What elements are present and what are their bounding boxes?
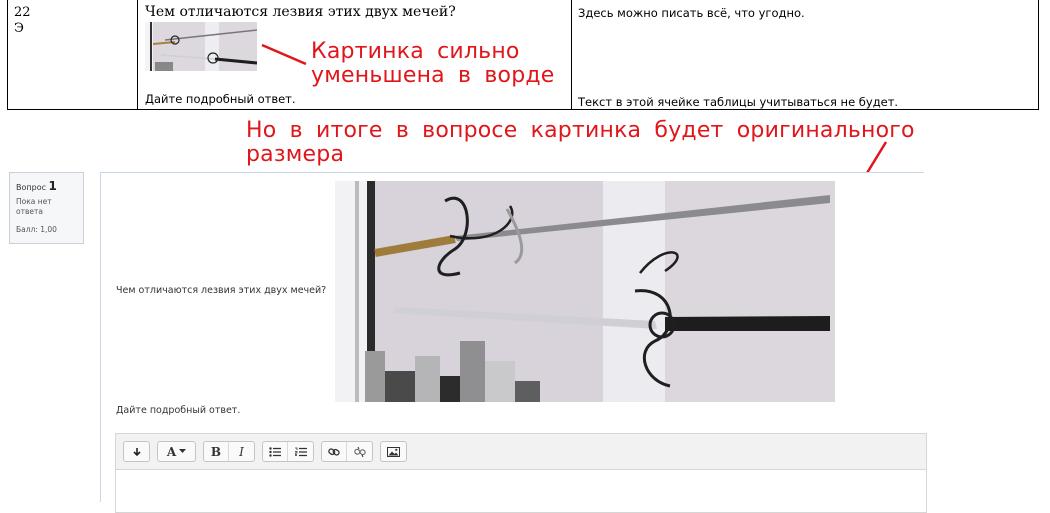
question-grade: Балл: 1,00 — [16, 225, 57, 234]
table-cell-notes: Здесь можно писать всё, что угодно. Текс… — [572, 0, 1038, 109]
question-title: Вопрос 1 — [16, 179, 77, 193]
unordered-list-icon — [269, 446, 281, 457]
toolbar-group-media — [380, 441, 407, 462]
annotation-small-image-line2: уменьшена в ворде — [311, 63, 555, 88]
note-free-text: Здесь можно писать всё, что угодно. — [578, 6, 805, 20]
italic-icon: I — [239, 444, 244, 459]
answer-editor[interactable]: A B I — [115, 433, 927, 513]
question-number-badge: 1 — [48, 179, 57, 193]
word-answer-prompt: Дайте подробный ответ. — [145, 92, 296, 106]
toolbar-group-lists — [262, 441, 314, 462]
note-ignored-text: Текст в этой ячейке таблицы учитываться … — [578, 95, 899, 109]
annotation-small-image-line1: Картинка сильно — [311, 39, 520, 64]
collapse-icon — [132, 447, 141, 456]
collapse-button[interactable] — [124, 442, 149, 461]
toolbar-group-font: A — [157, 441, 196, 462]
unlink-button[interactable] — [347, 442, 372, 461]
table-cell-number: 22 Э — [8, 0, 138, 109]
editor-toolbar: A B I — [116, 434, 926, 470]
question-info-panel: Вопрос 1 Пока нет ответа Балл: 1,00 — [9, 172, 84, 244]
sword-photo-image — [335, 181, 835, 402]
toolbar-group-links — [321, 441, 373, 462]
image-icon — [387, 446, 400, 457]
question-label: Вопрос — [16, 183, 46, 192]
question-answer-prompt: Дайте подробный ответ. — [116, 405, 241, 416]
word-question-text: Чем отличаются лезвия этих двух мечей? — [145, 4, 456, 20]
link-button[interactable] — [322, 442, 347, 461]
bold-icon: B — [210, 444, 222, 459]
annotation-small-image: Картинка сильно уменьшена в ворде — [311, 40, 555, 88]
font-style-button[interactable]: A — [158, 442, 195, 461]
ordered-list-icon — [294, 447, 307, 456]
toolbar-group-format: B I — [203, 441, 255, 462]
bold-button[interactable]: B — [204, 442, 229, 461]
ordered-list-button[interactable] — [288, 442, 313, 461]
question-number-value: 22 — [14, 5, 31, 20]
question-number: 22 Э — [14, 5, 31, 37]
question-type-letter: Э — [14, 21, 24, 36]
annotation-original-size-line2: размера — [246, 142, 345, 167]
font-style-icon: A — [166, 444, 177, 459]
image-button[interactable] — [381, 442, 406, 461]
toolbar-group-collapse — [123, 441, 150, 462]
unlink-icon — [353, 446, 366, 457]
sword-thumbnail-image — [145, 22, 257, 71]
annotation-original-size: Но в итоге в вопросе картинка будет ориг… — [246, 119, 915, 167]
unordered-list-button[interactable] — [263, 442, 288, 461]
question-content: Чем отличаются лезвия этих двух мечей? Д… — [100, 172, 927, 513]
chevron-down-icon — [179, 449, 187, 453]
link-icon — [328, 447, 340, 456]
annotation-original-size-line1: Но в итоге в вопросе картинка будет ориг… — [246, 118, 915, 143]
question-text: Чем отличаются лезвия этих двух мечей? — [116, 285, 327, 296]
question-status: Пока нет ответа — [16, 197, 52, 216]
italic-button[interactable]: I — [229, 442, 254, 461]
